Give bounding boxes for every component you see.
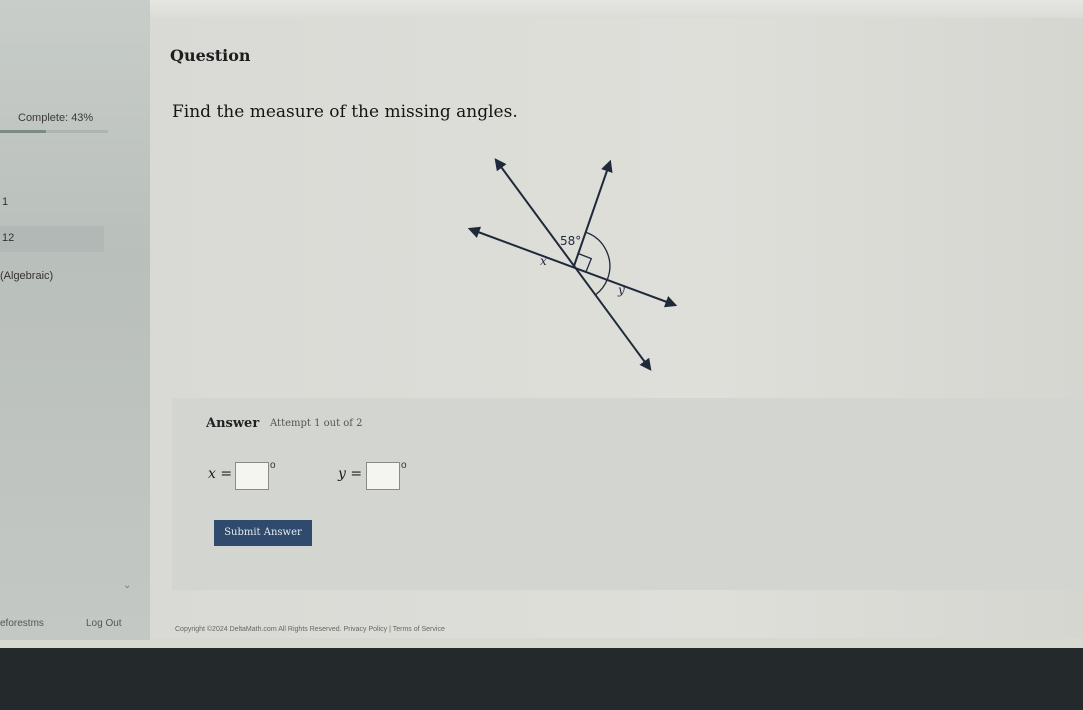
- progress-bar: [0, 130, 108, 133]
- y-equation-label: y =: [338, 466, 363, 482]
- progress-label: Complete: 43%: [18, 112, 94, 124]
- answer-panel: Answer Attempt 1 out of 2 x = o y = o Su…: [172, 398, 1083, 590]
- y-answer-input[interactable]: [366, 462, 400, 490]
- angle-arc-y: [594, 278, 609, 296]
- chevron-down-icon[interactable]: ⌄: [123, 580, 131, 591]
- angle-arc-58: [585, 231, 611, 279]
- label-x: x: [540, 254, 547, 268]
- sidebar-item-label: 12: [2, 232, 15, 244]
- x-answer-input[interactable]: [235, 462, 269, 490]
- x-equation-label: x =: [208, 466, 233, 482]
- logout-link[interactable]: Log Out: [86, 618, 122, 629]
- question-panel: Question Find the measure of the missing…: [150, 18, 1083, 638]
- sidebar-topic-label[interactable]: (Algebraic): [0, 270, 53, 282]
- angle-diagram: 58° x y: [467, 158, 678, 371]
- sidebar: Complete: 43% 1 12 (Algebraic) ⌄ eforest…: [0, 0, 150, 640]
- top-bar: [0, 0, 1083, 18]
- copyright-footer: Copyright ©2024 DeltaMath.com All Rights…: [175, 626, 445, 633]
- right-angle-marker: [578, 252, 593, 272]
- progress-bar-fill: [0, 130, 47, 133]
- sidebar-item-number: 1: [2, 196, 9, 208]
- y-degree-symbol: o: [401, 460, 407, 471]
- question-heading: Question: [170, 46, 251, 65]
- sidebar-item-active[interactable]: 12: [0, 226, 104, 252]
- sidebar-footer-link[interactable]: eforestms: [0, 618, 44, 629]
- diagram-ray: [573, 159, 613, 267]
- question-prompt: Find the measure of the missing angles.: [172, 102, 518, 122]
- label-58: 58°: [560, 234, 581, 248]
- diagram-line-diagonal: [494, 158, 652, 371]
- x-degree-symbol: o: [270, 460, 276, 471]
- attempt-counter: Attempt 1 out of 2: [270, 418, 363, 429]
- label-y: y: [617, 283, 625, 297]
- submit-answer-button[interactable]: Submit Answer: [214, 520, 312, 546]
- answer-heading: Answer: [206, 416, 260, 431]
- bottom-bar: [0, 648, 1083, 710]
